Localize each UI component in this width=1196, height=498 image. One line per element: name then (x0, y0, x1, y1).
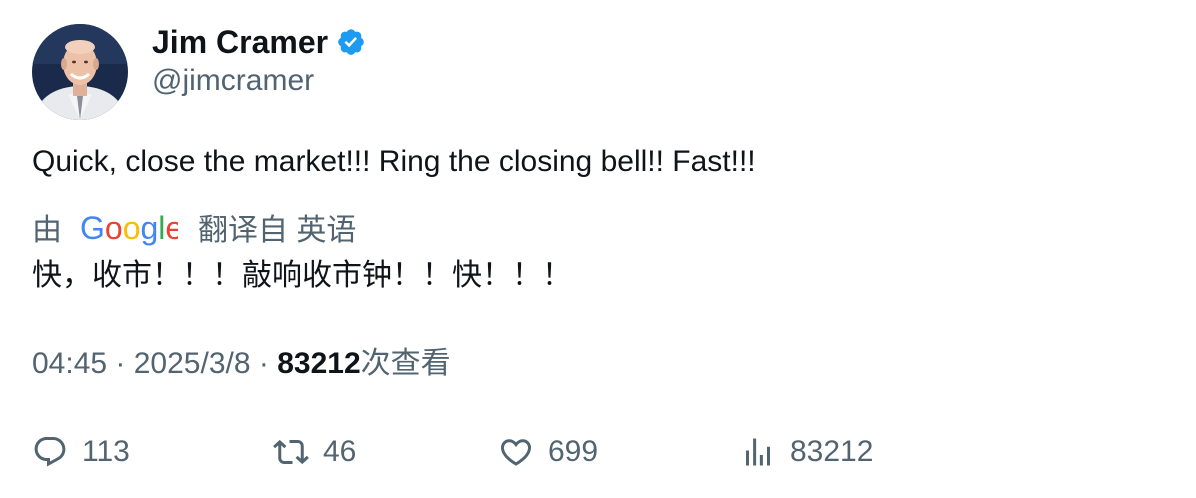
tweet-text: Quick, close the market!!! Ring the clos… (32, 145, 756, 178)
like-count: 699 (548, 435, 599, 468)
svg-text:Google: Google (80, 210, 178, 246)
google-logo: Google (80, 207, 183, 247)
views-button[interactable]: 83212 (740, 430, 873, 474)
views-action-count: 83212 (790, 435, 874, 468)
views-count[interactable]: 83212 (277, 347, 360, 380)
translated-text: 快，收市！！！敲响收市钟！！快！！！ (32, 259, 572, 292)
author-name-row: Jim Cramer (152, 22, 366, 62)
author-display-name[interactable]: Jim Cramer (152, 22, 328, 62)
retweet-count: 46 (323, 435, 357, 468)
bar-chart-icon (746, 438, 770, 466)
heart-icon (500, 439, 532, 466)
like-button[interactable]: 699 (498, 430, 598, 474)
reply-count: 113 (82, 435, 130, 468)
tweet-date[interactable]: 2025/3/8 (134, 347, 251, 380)
meta-separator: · (107, 347, 134, 380)
author-handle[interactable]: @jimcramer (152, 62, 314, 100)
tweet-meta: 04:45 · 2025/3/8 · 83212次查看 (32, 344, 451, 384)
translation-prefix: 由 (32, 214, 62, 247)
retweet-button[interactable]: 46 (273, 430, 356, 474)
avatar-image (32, 24, 128, 120)
retweet-icon (273, 439, 309, 465)
reply-icon (34, 437, 66, 467)
avatar[interactable] (32, 24, 128, 120)
translation-suffix: 翻译自 英语 (198, 214, 357, 247)
views-label: 次查看 (360, 347, 451, 380)
google-logo-mark: Google (80, 210, 183, 246)
verified-badge-icon[interactable] (336, 27, 366, 57)
meta-separator: · (250, 347, 278, 380)
reply-button[interactable]: 113 (32, 430, 130, 474)
tweet-time[interactable]: 04:45 (32, 347, 107, 380)
translation-attribution[interactable]: 由 Google 翻译自 英语 (32, 207, 356, 247)
